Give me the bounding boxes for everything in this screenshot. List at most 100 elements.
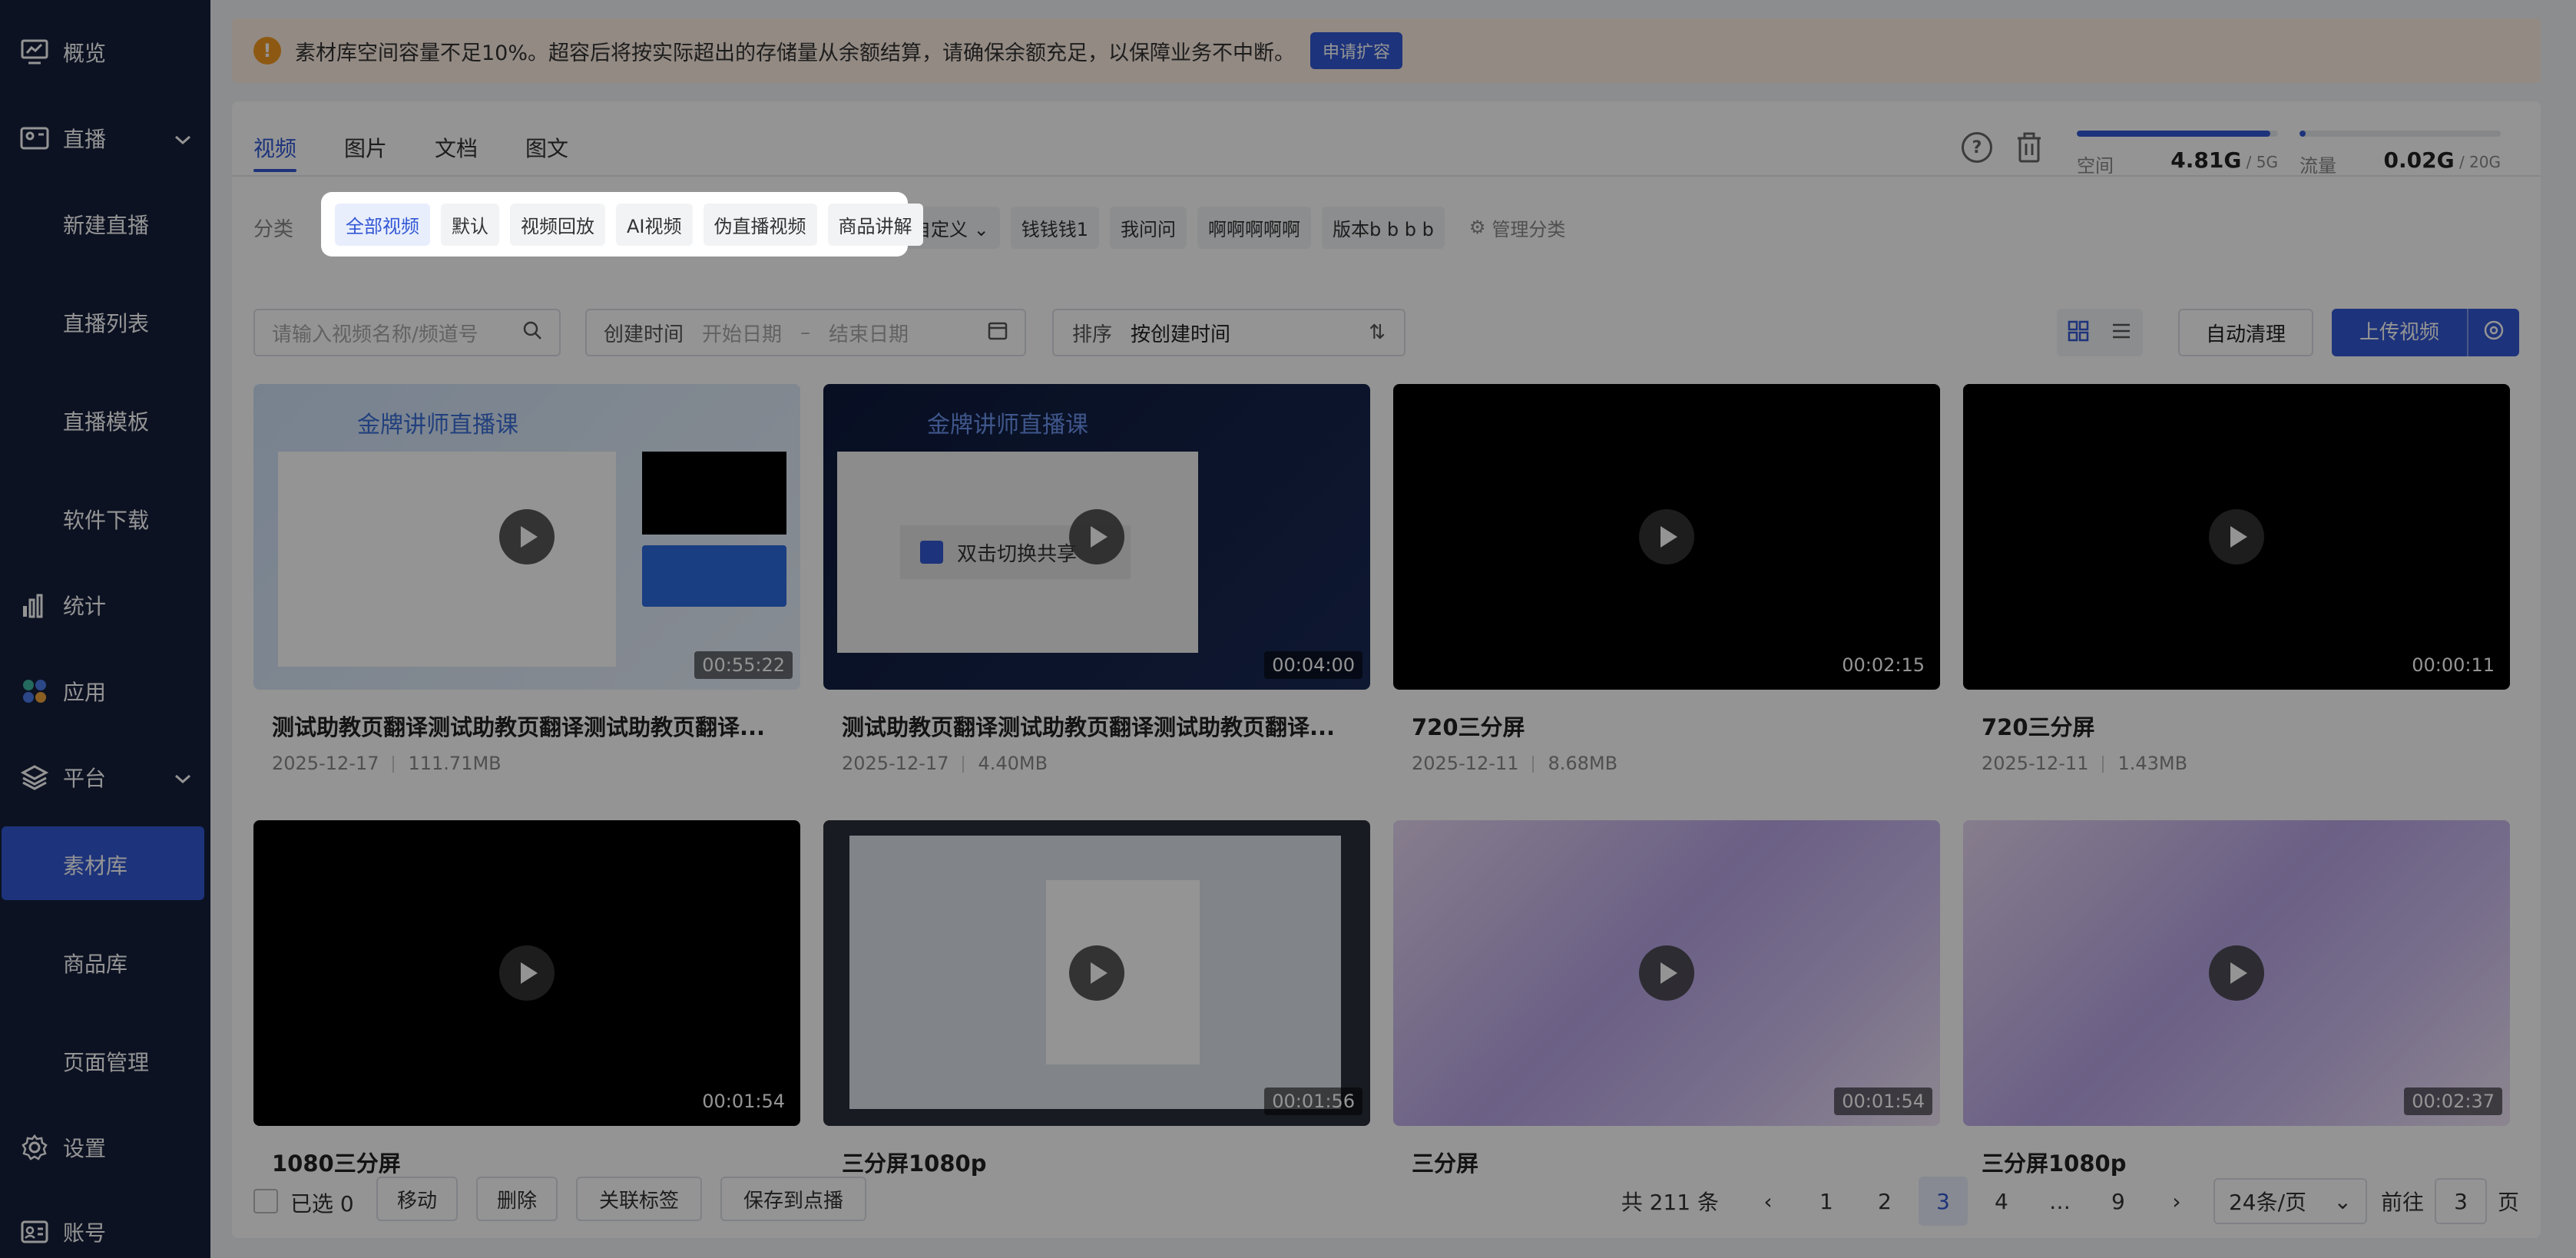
video-duration: 00:01:54 [1834, 1088, 1932, 1115]
traffic-meter: 流量 0.02G / 20G [2300, 117, 2501, 178]
play-icon[interactable] [1069, 509, 1124, 564]
page-1[interactable]: 1 [1802, 1177, 1851, 1226]
page-suffix: 页 [2497, 1190, 2519, 1215]
video-thumbnail[interactable]: 00:02:15 [1393, 384, 1940, 690]
sidebar-item-stats[interactable]: 统计 [0, 590, 210, 621]
list-view-icon[interactable] [2111, 320, 2132, 345]
sidebar-item-label: 页面管理 [63, 1050, 150, 1075]
video-date: 2025-12-11 [1982, 753, 2089, 774]
sidebar-item-live[interactable]: 直播 [0, 123, 210, 154]
platform-icon [20, 763, 49, 792]
category-chip-ai[interactable]: AI视频 [616, 203, 693, 246]
sidebar-item-account[interactable]: 账号 [0, 1217, 210, 1247]
manage-label: 管理分类 [1492, 218, 1566, 240]
video-thumbnail[interactable]: 00:01:54 [1393, 820, 1940, 1126]
video-thumbnail[interactable]: 金牌讲师直播课 00:55:22 [253, 384, 800, 690]
video-thumbnail[interactable]: 00:02:37 [1963, 820, 2510, 1126]
search-input[interactable]: 请输入视频名称/频道号 [253, 309, 561, 356]
filter-toolbar: 请输入视频名称/频道号 创建时间 开始日期 – 结束日期 排序 按创建时间 ⇅ [253, 309, 2519, 356]
video-card[interactable]: 00:00:11 720三分屏 2025-12-11 1.43MB [1963, 384, 2510, 774]
play-icon[interactable] [499, 945, 555, 1001]
page-ellipsis[interactable]: … [2035, 1177, 2084, 1226]
prev-page-icon[interactable]: ‹ [1743, 1177, 1793, 1226]
tab-image[interactable]: 图片 [344, 124, 387, 198]
slide-title: 金牌讲师直播课 [357, 412, 518, 439]
link-tags-button[interactable]: 关联标签 [576, 1177, 702, 1221]
page-3[interactable]: 3 [1918, 1177, 1968, 1226]
live-icon [20, 124, 49, 153]
sort-select[interactable]: 排序 按创建时间 ⇅ [1052, 309, 1406, 356]
goto-page-input[interactable]: 3 [2434, 1178, 2487, 1224]
trash-icon[interactable] [2015, 132, 2046, 163]
upload-settings-icon[interactable] [2468, 319, 2519, 347]
video-card[interactable]: 00:01:56 三分屏1080p [823, 820, 1370, 1178]
play-icon[interactable] [2209, 509, 2264, 564]
apply-expansion-button[interactable]: 申请扩容 [1310, 32, 1403, 69]
video-card[interactable]: 00:02:37 三分屏1080p [1963, 820, 2510, 1178]
category-chip-all[interactable]: 全部视频 [335, 203, 430, 246]
video-card[interactable]: 金牌讲师直播课 00:55:22 测试助教页翻译测试助教页翻译测试助教页翻译..… [253, 384, 800, 774]
video-card[interactable]: 00:01:54 三分屏 [1393, 820, 1940, 1178]
library-panel: 视频 图片 文档 图文 ? 空间 4.81G / 5G 流量 0.02G / 2… [232, 101, 2541, 1238]
video-size: 111.71MB [408, 753, 502, 774]
play-icon[interactable] [1639, 945, 1694, 1001]
next-page-icon[interactable]: › [2152, 1177, 2201, 1226]
play-icon[interactable] [1639, 509, 1694, 564]
tab-document[interactable]: 文档 [435, 124, 478, 198]
help-icon[interactable]: ? [1962, 132, 1992, 163]
play-icon[interactable] [1069, 945, 1124, 1001]
video-card[interactable]: 00:02:15 720三分屏 2025-12-11 8.68MB [1393, 384, 1940, 774]
total-count: 共 211 条 [1621, 1190, 1719, 1215]
end-date-field[interactable]: 结束日期 [829, 319, 909, 347]
move-button[interactable]: 移动 [376, 1177, 458, 1221]
play-icon[interactable] [499, 509, 555, 564]
page-2[interactable]: 2 [1860, 1177, 1909, 1226]
delete-button[interactable]: 删除 [476, 1177, 558, 1221]
sidebar-item-apps[interactable]: 应用 [0, 676, 210, 707]
category-chip[interactable]: 我问问 [1110, 206, 1187, 249]
save-to-vod-button[interactable]: 保存到点播 [720, 1177, 866, 1221]
category-chip-pseudo-live[interactable]: 伪直播视频 [703, 203, 817, 246]
sidebar-item-platform[interactable]: 平台 [0, 762, 210, 793]
play-icon[interactable] [2209, 945, 2264, 1001]
category-chip-replay[interactable]: 视频回放 [510, 203, 605, 246]
sidebar-item-label: 账号 [63, 1220, 107, 1246]
video-meta: 2025-12-11 1.43MB [1963, 753, 2510, 774]
selected-count: 已选 0 [290, 1191, 354, 1217]
tab-video[interactable]: 视频 [253, 124, 297, 198]
category-chip-product[interactable]: 商品讲解 [827, 203, 923, 246]
upload-video-button[interactable]: 上传视频 [2332, 309, 2519, 356]
date-range-picker[interactable]: 创建时间 开始日期 – 结束日期 [585, 309, 1026, 356]
tab-article[interactable]: 图文 [525, 124, 568, 198]
category-chip[interactable]: 版本b b b b [1322, 206, 1445, 249]
video-thumbnail[interactable]: 00:00:11 [1963, 384, 2510, 690]
select-all-checkbox[interactable] [253, 1189, 278, 1213]
category-chip[interactable]: 钱钱钱1 [1010, 206, 1100, 249]
category-chip-default[interactable]: 默认 [441, 203, 499, 246]
video-title: 三分屏1080p [1982, 1150, 2127, 1177]
category-chip[interactable]: 啊啊啊啊啊 [1197, 206, 1312, 249]
video-duration: 00:02:15 [1834, 651, 1932, 679]
category-label: 分类 [253, 217, 294, 241]
video-card[interactable]: 00:01:54 1080三分屏 [253, 820, 800, 1178]
grid-view-icon[interactable] [2068, 320, 2089, 345]
page-size-select[interactable]: 24条/页 ⌄ [2213, 1178, 2367, 1224]
video-duration: 00:04:00 [1264, 651, 1362, 679]
page-4[interactable]: 4 [1977, 1177, 2026, 1226]
sidebar-item-label: 概览 [63, 41, 107, 66]
sidebar-item-settings[interactable]: 设置 [0, 1132, 210, 1163]
sidebar-item-overview[interactable]: 概览 [0, 37, 210, 68]
divider [392, 756, 395, 773]
start-date-field[interactable]: 开始日期 [702, 319, 782, 347]
divider [2102, 756, 2104, 773]
view-toggle [2057, 309, 2143, 356]
sidebar-item-label: 新建直播 [63, 213, 150, 238]
video-title: 测试助教页翻译测试助教页翻译测试助教页翻译... [272, 714, 766, 740]
auto-clean-button[interactable]: 自动清理 [2178, 309, 2313, 356]
video-card[interactable]: 金牌讲师直播课 双击切换共享 00:04:00 测试助教页翻译测试助教页翻译测试… [823, 384, 1370, 774]
page-9[interactable]: 9 [2094, 1177, 2143, 1226]
video-thumbnail[interactable]: 00:01:54 [253, 820, 800, 1126]
manage-categories-link[interactable]: ⚙ 管理分类 [1469, 214, 1566, 241]
video-thumbnail[interactable]: 金牌讲师直播课 双击切换共享 00:04:00 [823, 384, 1370, 690]
video-thumbnail[interactable]: 00:01:56 [823, 820, 1370, 1126]
